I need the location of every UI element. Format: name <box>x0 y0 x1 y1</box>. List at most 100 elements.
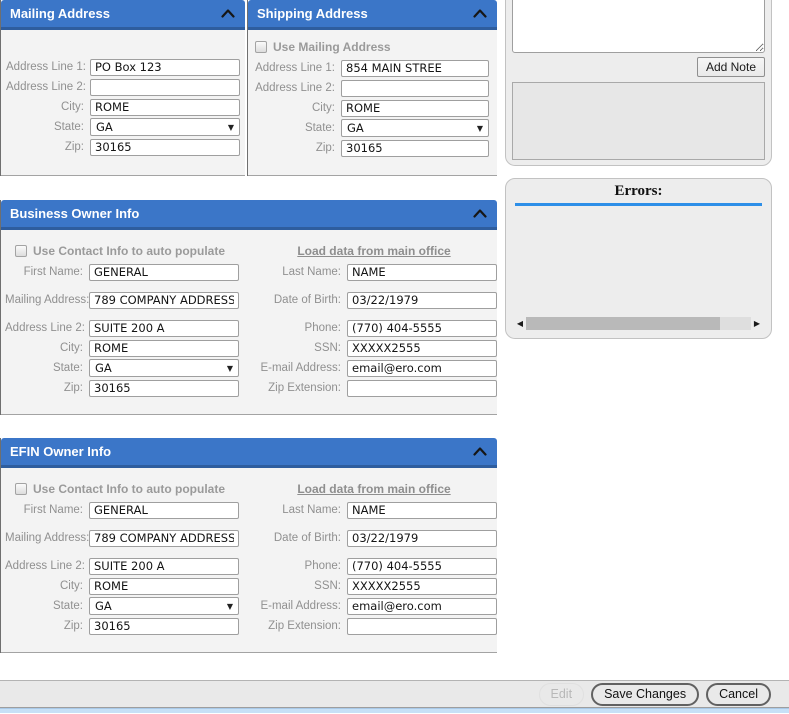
efin-owner-header[interactable]: EFIN Owner Info <box>1 438 497 468</box>
mailing-address-header[interactable]: Mailing Address <box>1 0 245 30</box>
load-data-link[interactable]: Load data from main office <box>297 482 450 496</box>
state-select[interactable]: GA ▼ <box>341 119 489 137</box>
mailing-address-body: Address Line 1: Address Line 2: City: State… <box>1 30 245 176</box>
address-line-1-input[interactable] <box>341 59 489 77</box>
city-input[interactable] <box>89 339 239 357</box>
use-mailing-address-checkbox[interactable] <box>255 41 267 53</box>
mailing-address-input[interactable] <box>89 291 239 309</box>
state-label: State: <box>52 600 83 612</box>
address-line-2-input[interactable] <box>89 319 239 337</box>
address-line-1-input[interactable] <box>90 58 240 76</box>
section-title: Shipping Address <box>257 6 368 21</box>
zip-input[interactable] <box>341 139 489 157</box>
field-row: Zip: <box>5 378 251 398</box>
field-row: Phone: <box>251 318 497 338</box>
field-row: Address Line 1: <box>6 57 245 77</box>
date-of-birth-label: Date of Birth: <box>273 532 341 544</box>
first-name-input[interactable] <box>89 501 239 519</box>
load-data-link[interactable]: Load data from main office <box>297 244 450 258</box>
state-select[interactable]: GA ▼ <box>90 118 240 136</box>
save-changes-button[interactable]: Save Changes <box>591 682 700 706</box>
shipping-address-header[interactable]: Shipping Address <box>248 0 497 30</box>
shipping-address-fields: Address Line 1: Address Line 2: City: State… <box>251 58 497 158</box>
last-name-input[interactable] <box>347 263 497 281</box>
address-line-2-label: Address Line 2: <box>6 81 86 93</box>
zip-input[interactable] <box>89 379 239 397</box>
selected-value: GA <box>96 120 113 134</box>
errors-title: Errors: <box>614 183 663 199</box>
city-label: City: <box>312 102 335 114</box>
e-mail-address-input[interactable] <box>347 359 497 377</box>
field-row: Address Line 2: <box>6 77 245 97</box>
address-line-1-label: Address Line 1: <box>255 62 335 74</box>
collapse-chevron-icon[interactable] <box>473 9 487 18</box>
phone-input[interactable] <box>347 319 497 337</box>
field-row: Zip: <box>251 138 497 158</box>
use-contact-info-checkbox[interactable] <box>15 483 27 495</box>
notes-panel: Add Note <box>505 0 772 166</box>
state-label: State: <box>52 362 83 374</box>
field-row: Date of Birth: <box>251 528 497 548</box>
field-row: First Name: <box>5 500 251 520</box>
errors-divider <box>515 203 762 206</box>
auto-populate-row: Use Contact Info to auto populate Load d… <box>5 480 497 498</box>
first-name-input[interactable] <box>89 263 239 281</box>
zip-input[interactable] <box>89 617 239 635</box>
scrollbar-thumb[interactable] <box>526 317 720 330</box>
field-row: E-mail Address: <box>251 596 497 616</box>
field-row: Zip Extension: <box>251 378 497 398</box>
last-name-label: Last Name: <box>282 504 341 516</box>
cancel-button[interactable]: Cancel <box>706 682 771 706</box>
e-mail-address-label: E-mail Address: <box>260 362 341 374</box>
business-owner-section: Business Owner Info Use Contact Info to … <box>0 200 497 415</box>
state-select[interactable]: GA ▼ <box>89 359 239 377</box>
city-label: City: <box>61 101 84 113</box>
first-name-label: First Name: <box>23 266 83 278</box>
shipping-address-section: Shipping Address Use Mailing Address Add… <box>247 0 497 176</box>
e-mail-address-input[interactable] <box>347 597 497 615</box>
field-row: Date of Birth: <box>251 290 497 310</box>
city-input[interactable] <box>90 98 240 116</box>
address-line-2-input[interactable] <box>341 79 489 97</box>
field-row: Address Line 2: <box>5 556 251 576</box>
state-select[interactable]: GA ▼ <box>89 597 239 615</box>
errors-panel: Errors: ◀ ▶ <box>505 178 772 339</box>
business-owner-header[interactable]: Business Owner Info <box>1 200 497 230</box>
collapse-chevron-icon[interactable] <box>221 9 235 18</box>
dropdown-arrow-icon: ▼ <box>476 123 483 133</box>
field-row: Zip Extension: <box>251 616 497 636</box>
zip-input[interactable] <box>90 138 240 156</box>
note-textarea[interactable] <box>512 0 765 53</box>
collapse-chevron-icon[interactable] <box>473 209 487 218</box>
ssn-input[interactable] <box>347 339 497 357</box>
add-note-button[interactable]: Add Note <box>696 57 765 77</box>
field-row: Mailing Address: <box>5 528 251 548</box>
zip-extension-input[interactable] <box>347 379 497 397</box>
last-name-input[interactable] <box>347 501 497 519</box>
scroll-left-arrow-icon[interactable]: ◀ <box>514 319 526 328</box>
scrollbar-track[interactable] <box>526 317 751 330</box>
address-line-2-input[interactable] <box>90 78 240 96</box>
collapse-chevron-icon[interactable] <box>473 447 487 456</box>
business-owner-body: Use Contact Info to auto populate Load d… <box>1 230 497 415</box>
scroll-right-arrow-icon[interactable]: ▶ <box>751 319 763 328</box>
auto-populate-row: Use Contact Info to auto populate Load d… <box>5 242 497 260</box>
city-input[interactable] <box>341 99 489 117</box>
mailing-address-input[interactable] <box>89 529 239 547</box>
zip-extension-input[interactable] <box>347 617 497 635</box>
selected-value: GA <box>95 361 112 375</box>
dropdown-arrow-icon: ▼ <box>226 601 233 611</box>
field-row: SSN: <box>251 338 497 358</box>
address-line-2-input[interactable] <box>89 557 239 575</box>
phone-input[interactable] <box>347 557 497 575</box>
use-contact-info-checkbox[interactable] <box>15 245 27 257</box>
errors-horizontal-scrollbar[interactable]: ◀ ▶ <box>514 316 763 331</box>
edit-button[interactable]: Edit <box>538 682 585 706</box>
use-contact-info-label: Use Contact Info to auto populate <box>33 244 225 258</box>
city-input[interactable] <box>89 577 239 595</box>
date-of-birth-input[interactable] <box>347 529 497 547</box>
use-mailing-address-label: Use Mailing Address <box>273 40 391 54</box>
date-of-birth-input[interactable] <box>347 291 497 309</box>
field-row: Last Name: <box>251 262 497 282</box>
ssn-input[interactable] <box>347 577 497 595</box>
